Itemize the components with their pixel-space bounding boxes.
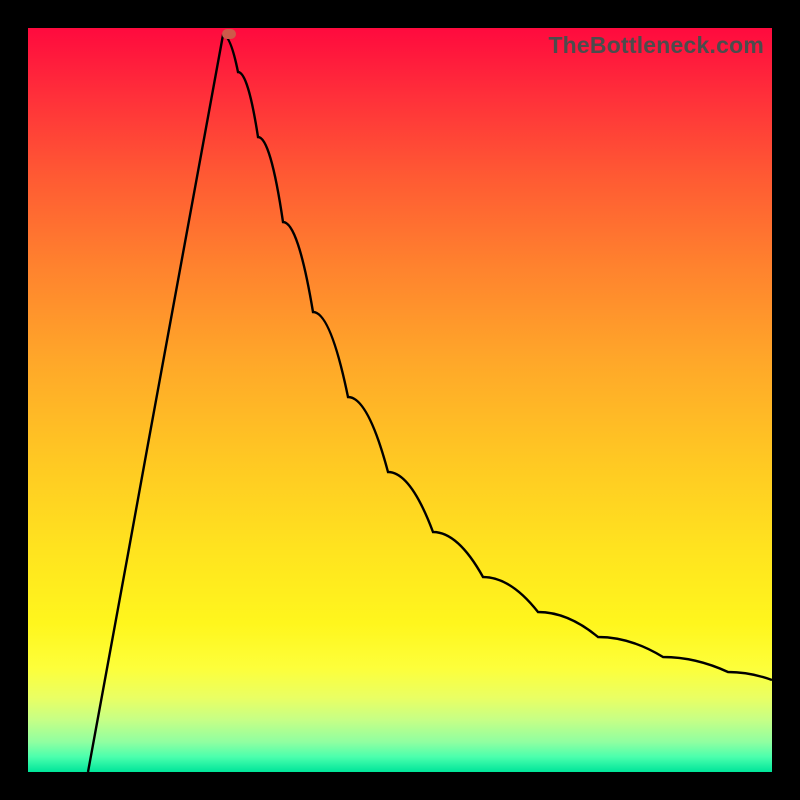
curve-path	[88, 35, 772, 772]
bottleneck-curve	[28, 28, 772, 772]
chart-frame: TheBottleneck.com	[28, 28, 772, 772]
